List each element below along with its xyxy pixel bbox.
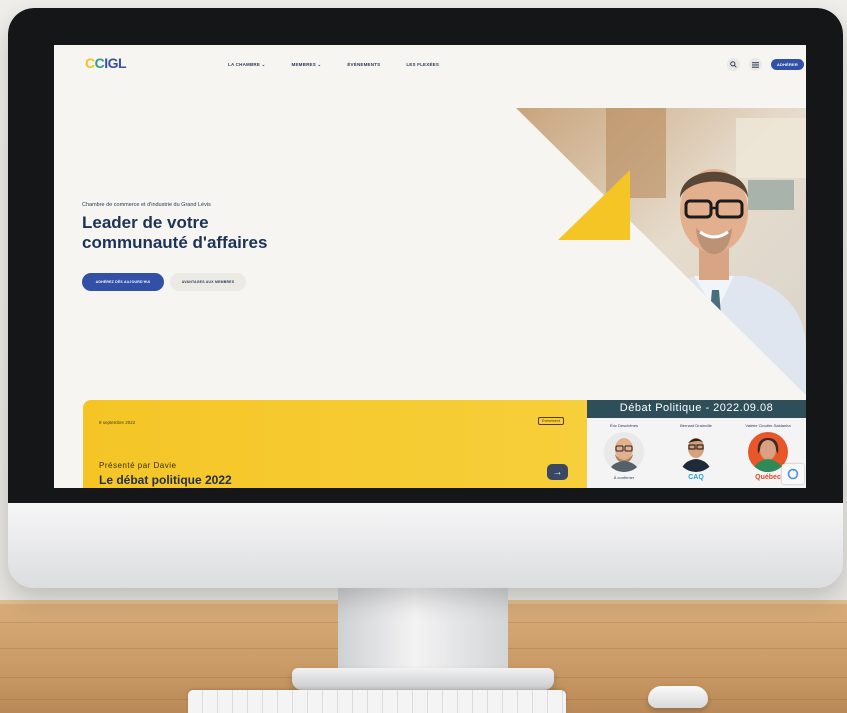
main-menu: LA CHAMBRE ⌄ MEMBRES ⌄ ÉVÉNEMENTS LES FL…: [228, 62, 439, 68]
monitor-chin: [8, 503, 843, 588]
candidate-1: Éric Deschênes À confirmer: [589, 423, 659, 480]
candidate-name: Valérie Cloutier-Saldanha: [745, 423, 791, 428]
website-screen: CCIGL LA CHAMBRE ⌄ MEMBRES ⌄ ÉVÉNEMENTS …: [54, 45, 806, 488]
mouse: [648, 686, 708, 708]
hero-headline: Leader de votre communauté d'affaires: [82, 213, 362, 253]
monitor-stand: [338, 585, 508, 677]
hamburger-icon[interactable]: [748, 58, 762, 71]
site-logo[interactable]: CCIGL: [85, 55, 127, 71]
event-presenter: Présenté par Davie: [99, 461, 177, 470]
nav-item-les-flexees[interactable]: LES FLEXÉES: [406, 62, 439, 68]
debate-banner: Débat Politique - 2022.09.08 Éric Deschê…: [587, 400, 806, 488]
party-logo-caq: CAQ: [688, 474, 704, 481]
candidate-photo: [604, 432, 644, 472]
candidate-name: Bernard Drainville: [680, 423, 712, 428]
hero-headline-line-1: Leader de votre: [82, 213, 209, 232]
join-today-button[interactable]: ADHÉREZ DÈS AUJOURD'HUI: [82, 273, 164, 291]
event-title[interactable]: Le débat politique 2022: [99, 473, 232, 487]
hero-photo-businessman: [516, 108, 806, 395]
member-benefits-button[interactable]: AVANTAGES AUX MEMBRES: [170, 273, 246, 291]
candidate-caption: À confirmer: [613, 475, 635, 480]
keyboard: [188, 690, 566, 713]
monitor-stand-base: [292, 668, 554, 690]
nav-item-membres[interactable]: MEMBRES ⌄: [292, 62, 322, 68]
search-icon[interactable]: [726, 58, 740, 71]
candidate-name: Éric Deschênes: [609, 423, 638, 428]
logo-part-2: C: [94, 55, 105, 71]
nav-actions: ADHÉRER: [726, 58, 806, 71]
nav-item-la-chambre[interactable]: LA CHAMBRE ⌄: [228, 62, 266, 68]
event-card[interactable]: 8 septembre 2022 Événement Présenté par …: [83, 400, 587, 488]
top-navigation: CCIGL LA CHAMBRE ⌄ MEMBRES ⌄ ÉVÉNEMENTS …: [54, 45, 806, 85]
event-tag: Événement: [538, 417, 564, 425]
hero-eyebrow: Chambre de commerce et d'industrie du Gr…: [82, 202, 211, 208]
monitor: CCIGL LA CHAMBRE ⌄ MEMBRES ⌄ ÉVÉNEMENTS …: [8, 8, 843, 588]
debate-title: Débat Politique - 2022.09.08: [619, 402, 774, 414]
candidate-photo: [676, 432, 716, 472]
candidate-2: Bernard Drainville CAQ: [661, 423, 731, 481]
logo-part-1: C: [85, 55, 95, 71]
arrow-right-icon[interactable]: →: [547, 464, 568, 480]
event-date: 8 septembre 2022: [99, 420, 136, 425]
join-button[interactable]: ADHÉRER: [770, 59, 804, 70]
nav-item-evenements[interactable]: ÉVÉNEMENTS: [347, 62, 380, 68]
recaptcha-icon[interactable]: [782, 464, 804, 484]
logo-part-3: IGL: [104, 55, 127, 71]
hero-headline-line-2: communauté d'affaires: [82, 233, 268, 252]
